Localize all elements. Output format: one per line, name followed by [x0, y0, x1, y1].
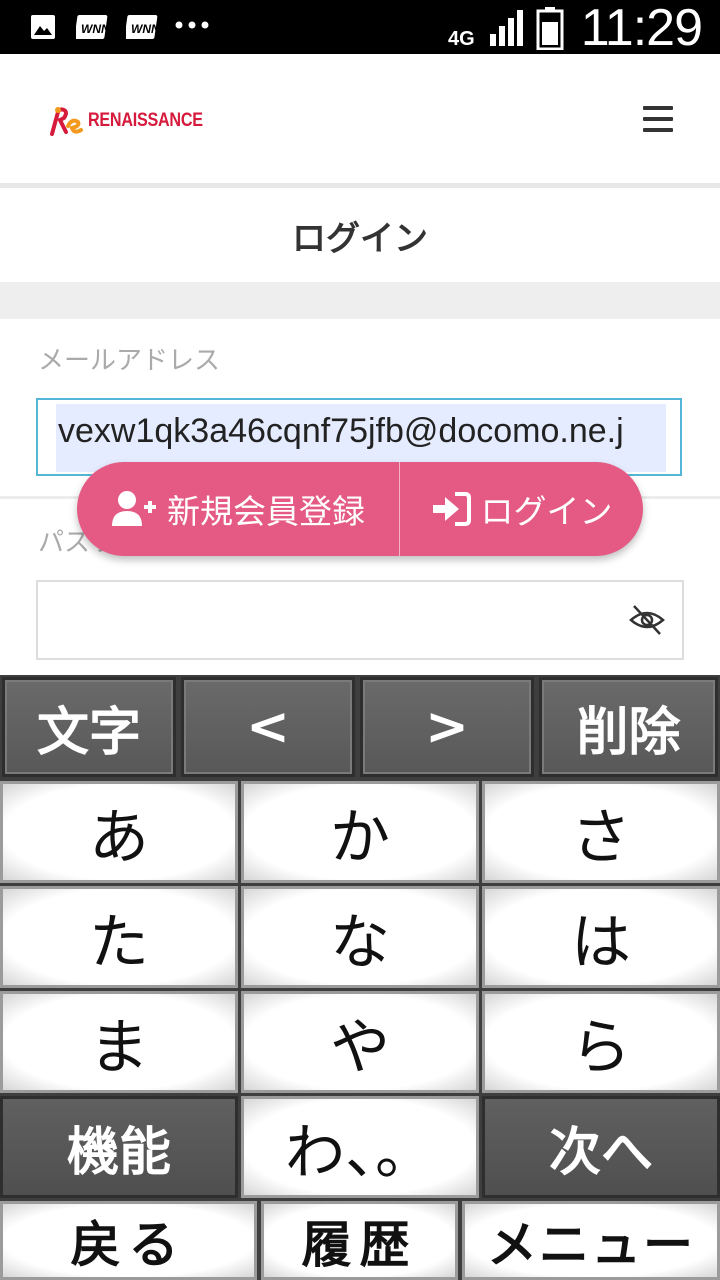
clock: 11:29	[580, 0, 703, 57]
sign-in-icon	[432, 492, 471, 526]
email-value: vexw1qk3a46cqnf75jfb@docomo.ne.j	[58, 412, 624, 450]
keyboard: 文字 < > 削除 あ か さ た な は ま や ら 機能 わ、。 次へ 戻る…	[0, 675, 720, 1280]
svg-text:WNN: WNN	[81, 22, 110, 36]
cursor-right-key[interactable]: >	[360, 677, 534, 777]
login-label: ログイン	[480, 492, 613, 531]
status-bar: WNN WNN 4G 11:29	[0, 0, 720, 57]
hamburger-menu-button[interactable]	[640, 104, 676, 134]
image-icon	[31, 15, 55, 39]
key-wa[interactable]: わ、。	[241, 1096, 479, 1198]
keyboard-mode-key[interactable]: 文字	[2, 677, 176, 777]
hamburger-icon	[643, 106, 673, 110]
password-field[interactable]	[36, 580, 684, 660]
function-key[interactable]: 機能	[0, 1096, 238, 1198]
battery-icon	[536, 7, 564, 50]
key-ha[interactable]: は	[482, 886, 720, 988]
key-ma[interactable]: ま	[0, 991, 238, 1093]
key-na[interactable]: な	[241, 886, 479, 988]
wnn-icon: WNN	[76, 15, 110, 39]
page-title: ログイン	[292, 218, 428, 259]
cursor-left-key[interactable]: <	[181, 677, 355, 777]
delete-key[interactable]: 削除	[539, 677, 718, 777]
logo-text: RENAISSANCE	[88, 110, 203, 131]
logo-mark-icon	[50, 107, 83, 136]
history-key[interactable]: 履歴	[261, 1201, 458, 1280]
key-ya[interactable]: や	[241, 991, 479, 1093]
register-button[interactable]: 新規会員登録	[77, 462, 399, 556]
floating-action-bar: 新規会員登録 ログイン	[77, 462, 643, 556]
svg-text:WNN: WNN	[131, 22, 160, 36]
more-dots-icon	[175, 21, 209, 29]
login-button[interactable]: ログイン	[400, 462, 643, 556]
renaissance-logo[interactable]: RENAISSANCE	[48, 104, 223, 138]
next-key[interactable]: 次へ	[482, 1096, 720, 1198]
register-label: 新規会員登録	[167, 492, 365, 531]
keyboard-menu-key[interactable]: メニュー	[462, 1201, 720, 1280]
back-key[interactable]: 戻る	[0, 1201, 257, 1280]
email-label: メールアドレス	[38, 346, 221, 376]
key-ra[interactable]: ら	[482, 991, 720, 1093]
section-band	[0, 282, 720, 319]
signal-icon	[490, 10, 523, 46]
key-ka[interactable]: か	[241, 781, 479, 883]
eye-slash-icon[interactable]	[628, 602, 666, 638]
network-type: 4G	[448, 28, 475, 50]
key-ta[interactable]: た	[0, 886, 238, 988]
wnn-icon: WNN	[126, 15, 160, 39]
add-user-icon	[112, 491, 156, 526]
key-sa[interactable]: さ	[482, 781, 720, 883]
site-header: RENAISSANCE	[0, 54, 720, 184]
key-a[interactable]: あ	[0, 781, 238, 883]
